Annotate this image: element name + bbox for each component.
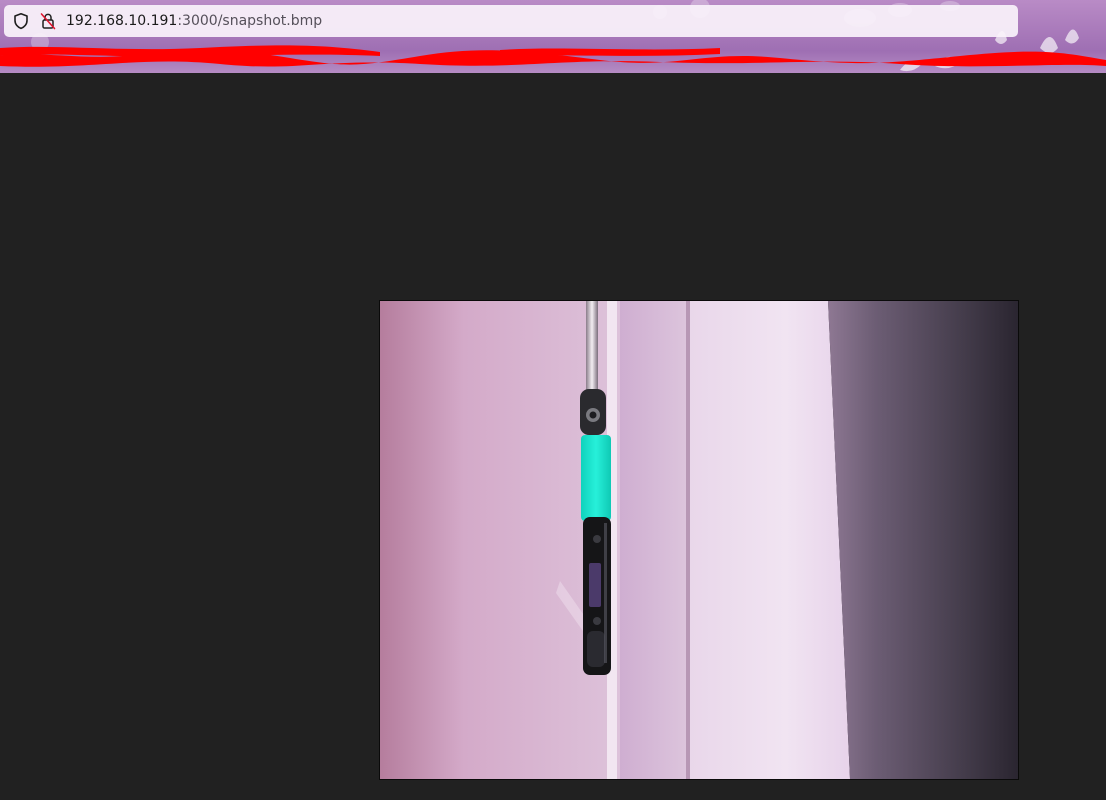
snapshot-image	[379, 300, 1019, 780]
url-text[interactable]: 192.168.10.191:3000/snapshot.bmp	[66, 12, 322, 30]
shield-icon[interactable]	[12, 12, 30, 30]
browser-toolbar: 192.168.10.191:3000/snapshot.bmp	[0, 0, 1106, 73]
url-host: 192.168.10.191	[66, 13, 178, 29]
url-path: :3000/snapshot.bmp	[177, 13, 323, 29]
address-bar[interactable]: 192.168.10.191:3000/snapshot.bmp	[4, 5, 1018, 37]
insecure-lock-icon[interactable]	[39, 12, 57, 30]
